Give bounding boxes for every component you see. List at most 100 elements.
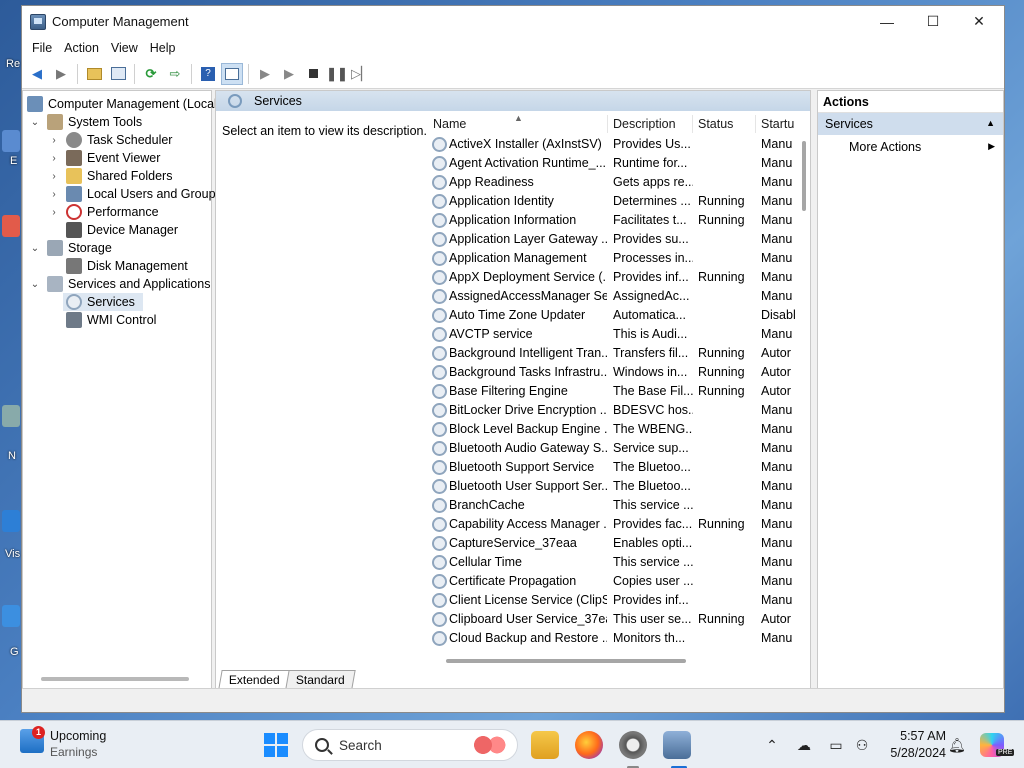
table-row[interactable]: Cellular Time This service ... Manu (428, 553, 800, 572)
start-button[interactable] (264, 733, 288, 757)
menu-view[interactable]: View (105, 39, 144, 57)
column-divider[interactable] (692, 115, 693, 133)
chevron-down-icon[interactable]: ⌄ (29, 243, 41, 254)
column-header-name[interactable]: Name (433, 117, 466, 131)
bell-icon[interactable]: 🔔︎ (948, 737, 966, 753)
table-row[interactable]: Bluetooth User Support Ser... The Bluetoo… (428, 477, 800, 496)
table-row[interactable]: Agent Activation Runtime_... Runtime for.… (428, 154, 800, 173)
file-explorer-icon[interactable] (531, 731, 559, 759)
display-icon[interactable]: ▭ (828, 737, 844, 753)
desktop-icon[interactable] (2, 405, 20, 427)
chevron-right-icon[interactable]: › (48, 153, 60, 164)
table-row[interactable]: Clipboard User Service_37eaa This user se… (428, 610, 800, 629)
more-actions-item[interactable]: More Actions ▶ (818, 135, 1003, 159)
vertical-scrollbar[interactable] (802, 141, 806, 211)
restart-service-button[interactable]: ▷▏ (350, 63, 372, 85)
tree-item-local-users-groups[interactable]: › Local Users and Groups (48, 185, 222, 203)
tree-item-services[interactable]: Services (63, 293, 143, 311)
forward-button[interactable]: ▶ (50, 63, 72, 85)
table-row[interactable]: App Readiness Gets apps re... Manu (428, 173, 800, 192)
column-divider[interactable] (607, 115, 608, 133)
tree-item-computer-management[interactable]: Computer Management (Local (27, 95, 217, 113)
table-row[interactable]: Application Management Processes in... Man… (428, 249, 800, 268)
chevron-right-icon[interactable]: › (48, 189, 60, 200)
show-hide-action-pane-button[interactable] (221, 62, 243, 85)
firefox-icon[interactable] (575, 731, 603, 759)
table-row[interactable]: BitLocker Drive Encryption ... BDESVC hos… (428, 401, 800, 420)
tree-item-device-manager[interactable]: Device Manager (66, 221, 178, 239)
table-row[interactable]: Capability Access Manager ... Provides fa… (428, 515, 800, 534)
desktop-icon[interactable] (2, 215, 20, 237)
start-service-button[interactable]: ▶ (254, 63, 276, 85)
tree-item-event-viewer[interactable]: › Event Viewer (48, 149, 160, 167)
table-row[interactable]: Background Tasks Infrastru... Windows in.… (428, 363, 800, 382)
actions-section-services[interactable]: Services ▲ (818, 113, 1003, 135)
title-bar[interactable]: Computer Management — ☐ ✕ (22, 6, 1004, 37)
stop-service-button[interactable] (302, 63, 324, 85)
taskbar-search[interactable]: Search (302, 729, 518, 761)
table-row[interactable]: Auto Time Zone Updater Automatica... Disab… (428, 306, 800, 325)
chevron-right-icon[interactable]: › (48, 171, 60, 182)
tree-item-shared-folders[interactable]: › Shared Folders (48, 167, 172, 185)
table-row[interactable]: Background Intelligent Tran... Transfers … (428, 344, 800, 363)
column-header-status[interactable]: Status (698, 117, 733, 131)
column-divider[interactable] (755, 115, 756, 133)
table-row[interactable]: Bluetooth Support Service The Bluetoo... M… (428, 458, 800, 477)
table-row[interactable]: Application Information Facilitates t... R… (428, 211, 800, 230)
pause-service-button[interactable]: ❚❚ (326, 63, 348, 85)
show-hide-tree-button[interactable] (107, 63, 129, 85)
menu-action[interactable]: Action (58, 39, 105, 57)
horizontal-scrollbar[interactable] (41, 677, 189, 681)
refresh-button[interactable]: ⟳ (140, 63, 162, 85)
tree-item-system-tools[interactable]: ⌄ System Tools (29, 113, 142, 131)
chevron-right-icon[interactable]: › (48, 207, 60, 218)
collapse-up-icon[interactable]: ▲ (986, 118, 995, 128)
column-header-description[interactable]: Description (613, 117, 676, 131)
table-row[interactable]: AssignedAccessManager Se... AssignedAc...… (428, 287, 800, 306)
desktop-icon[interactable] (2, 510, 20, 532)
tree-item-storage[interactable]: ⌄ Storage (29, 239, 112, 257)
table-row[interactable]: BranchCache This service ... Manu (428, 496, 800, 515)
export-list-button[interactable]: ⇨ (164, 63, 186, 85)
table-row[interactable]: AVCTP service This is Audi... Manu (428, 325, 800, 344)
back-button[interactable]: ◀ (26, 63, 48, 85)
start-service-alt-button[interactable]: ▶ (278, 63, 300, 85)
horizontal-scrollbar[interactable] (446, 659, 686, 663)
network-off-icon[interactable]: ☁ (796, 737, 812, 753)
menu-file[interactable]: File (26, 39, 58, 57)
chevron-up-icon[interactable]: ⌃ (764, 737, 780, 753)
table-row[interactable]: ActiveX Installer (AxInstSV) Provides Us.… (428, 135, 800, 154)
table-row[interactable]: CaptureService_37eaa Enables opti... Manu (428, 534, 800, 553)
tree-item-disk-management[interactable]: Disk Management (66, 257, 188, 275)
chevron-right-icon[interactable]: › (48, 135, 60, 146)
chevron-down-icon[interactable]: ⌄ (29, 117, 41, 128)
computer-management-taskbar-icon[interactable] (663, 731, 691, 759)
connection-icon[interactable]: ⚇ (854, 737, 870, 753)
table-row[interactable]: Certificate Propagation Copies user ... Ma… (428, 572, 800, 591)
table-row[interactable]: Application Identity Determines ... Runnin… (428, 192, 800, 211)
table-row[interactable]: Client License Service (ClipS... Provides… (428, 591, 800, 610)
table-row[interactable]: Bluetooth Audio Gateway S... Service sup.… (428, 439, 800, 458)
settings-icon[interactable] (619, 731, 647, 759)
help-button[interactable]: ? (197, 63, 219, 85)
tree-item-performance[interactable]: › Performance (48, 203, 159, 221)
table-row[interactable]: Block Level Backup Engine ... The WBENG..… (428, 420, 800, 439)
table-row[interactable]: Cloud Backup and Restore ... Monitors th.… (428, 629, 800, 648)
clock-time[interactable]: 5:57 AM (886, 729, 946, 743)
widget-subtitle[interactable]: Earnings (50, 745, 97, 759)
desktop-icon[interactable] (2, 605, 20, 627)
close-button[interactable]: ✕ (956, 6, 1002, 37)
desktop-icon[interactable] (2, 130, 20, 152)
widget-title[interactable]: Upcoming (50, 729, 106, 743)
table-row[interactable]: Application Layer Gateway ... Provides su… (428, 230, 800, 249)
chevron-down-icon[interactable]: ⌄ (29, 279, 41, 290)
column-header-startup-type[interactable]: Startu (761, 117, 794, 131)
clock-date[interactable]: 5/28/2024 (886, 746, 946, 760)
minimize-button[interactable]: — (864, 6, 910, 37)
tree-item-services-applications[interactable]: ⌄ Services and Applications (29, 275, 210, 293)
table-row[interactable]: AppX Deployment Service (... Provides inf… (428, 268, 800, 287)
maximize-button[interactable]: ☐ (910, 6, 956, 37)
tree-item-wmi-control[interactable]: WMI Control (66, 311, 156, 329)
table-row[interactable]: Base Filtering Engine The Base Fil... Runn… (428, 382, 800, 401)
tree-item-task-scheduler[interactable]: › Task Scheduler (48, 131, 172, 149)
